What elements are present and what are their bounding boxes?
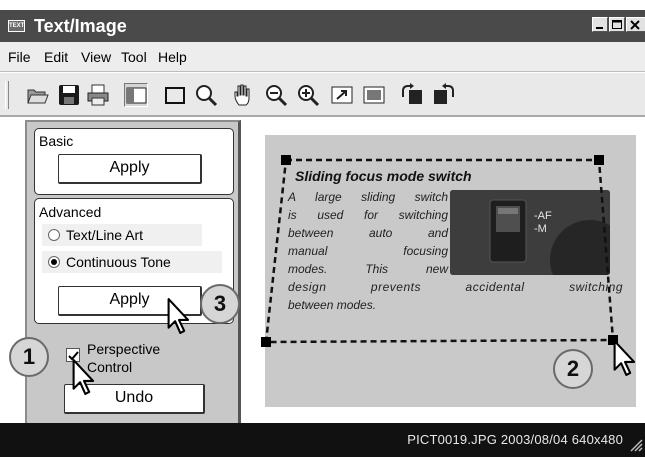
radio-continuous-tone[interactable] xyxy=(48,256,60,268)
panel-toggle-icon[interactable] xyxy=(124,83,148,107)
full-screen-icon[interactable] xyxy=(362,83,386,107)
option-continuous-tone-label: Continuous Tone xyxy=(66,254,171,270)
corner-handle-top-right[interactable] xyxy=(594,155,604,165)
minimize-icon xyxy=(596,27,603,29)
mouse-cursor-icon xyxy=(613,340,636,376)
perspective-label-line1: Perspective xyxy=(87,341,161,357)
correction-panel: Basic Apply Advanced Text/Line Art Conti… xyxy=(25,120,241,423)
app-icon: TEXT xyxy=(8,20,25,32)
zoom-out-icon[interactable] xyxy=(264,83,288,107)
menu-tool[interactable]: Tool xyxy=(121,49,147,65)
mouse-cursor-icon xyxy=(167,298,190,334)
print-icon[interactable] xyxy=(86,83,110,107)
zoom-in-icon[interactable] xyxy=(296,83,320,107)
mouse-cursor-icon xyxy=(72,359,95,395)
advanced-label: Advanced xyxy=(39,204,102,220)
open-icon[interactable] xyxy=(25,83,49,107)
window-title: Text/Image xyxy=(34,16,127,36)
option-text-line-art[interactable]: Text/Line Art xyxy=(42,224,202,246)
option-continuous-tone[interactable]: Continuous Tone xyxy=(42,251,222,273)
status-text: PICT0019.JPG 2003/08/04 640x480 xyxy=(407,432,623,447)
callout-3: 3 xyxy=(200,284,240,324)
hand-icon[interactable] xyxy=(232,83,256,107)
minimize-button[interactable] xyxy=(592,17,608,32)
corner-handle-top-left[interactable] xyxy=(281,155,291,165)
rotate-left-icon[interactable] xyxy=(400,83,424,107)
close-icon xyxy=(630,20,640,30)
menu-bar: File Edit View Tool Help xyxy=(0,42,645,72)
status-bar: PICT0019.JPG 2003/08/04 640x480 xyxy=(0,423,645,457)
crop-rectangle-icon[interactable] xyxy=(163,83,187,107)
basic-apply-button[interactable]: Apply xyxy=(58,154,202,184)
radio-text-line-art[interactable] xyxy=(48,229,60,241)
title-bar[interactable]: TEXT Text/Image xyxy=(0,10,645,42)
basic-label: Basic xyxy=(39,133,74,149)
corner-handle-bottom-left[interactable] xyxy=(261,337,271,347)
basic-group: Basic Apply xyxy=(34,128,234,195)
menu-edit[interactable]: Edit xyxy=(44,49,68,65)
rotate-right-icon[interactable] xyxy=(432,83,456,107)
zoom-icon[interactable] xyxy=(194,83,218,107)
close-button[interactable] xyxy=(626,17,645,32)
maximize-icon xyxy=(612,20,622,29)
resize-grip-icon[interactable] xyxy=(629,438,643,452)
option-text-line-art-label: Text/Line Art xyxy=(66,227,144,243)
toolbar xyxy=(0,73,645,117)
menu-file[interactable]: File xyxy=(8,49,31,65)
callout-2: 2 xyxy=(553,349,593,389)
main-window: TEXT Text/Image File Edit View Tool Help xyxy=(0,0,645,457)
callout-1: 1 xyxy=(9,337,49,377)
menu-view[interactable]: View xyxy=(81,49,111,65)
save-icon[interactable] xyxy=(57,83,81,107)
maximize-button[interactable] xyxy=(609,17,625,32)
menu-help[interactable]: Help xyxy=(158,49,187,65)
fit-window-icon[interactable] xyxy=(330,83,354,107)
toolbar-grip[interactable] xyxy=(5,81,9,109)
